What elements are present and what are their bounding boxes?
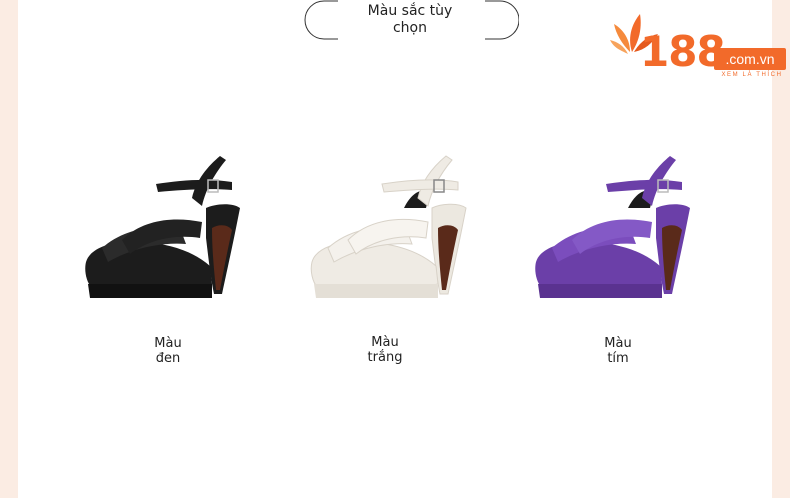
logo-domain: .com.vn [714,48,786,70]
variant-label-white: Màu trắng [367,335,403,365]
sandal-purple [535,156,690,298]
sandal-black [85,156,240,298]
variant-label-black: Màu đen [154,336,182,366]
logo-number: 188 [640,27,726,76]
logo-tagline: XEM LÀ THÍCH [721,72,783,78]
sandal-purple-image [535,156,690,298]
sandal-black-image [85,156,240,298]
sandal-white-image [310,155,467,298]
section-title: Màu sắc tùy chọn [367,3,453,36]
variant-label-purple: Màu tím [604,336,632,366]
brand-logo: 188 .com.vn XEM LÀ THÍCH [610,8,788,80]
sandal-white [310,155,467,298]
